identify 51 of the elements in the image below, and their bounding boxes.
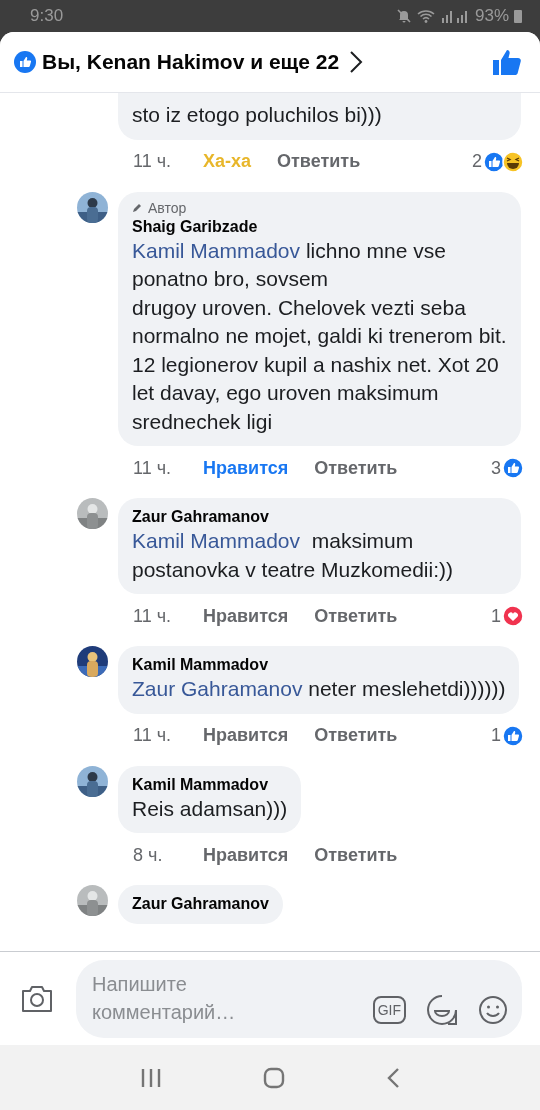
battery-level: 93% bbox=[474, 6, 509, 26]
like-icon bbox=[14, 51, 36, 73]
comment-text: Kamil Mammadov lichno mne vse ponatno bro, sovsem drugoy uroven. Chelovek vezti seba normalno ne mojet, galdi ki trenerom bit. 12 legionerov kupil a nashix net. Xot 20 let davay, ego uroven maksimum srednechek ligi bbox=[132, 237, 507, 435]
comment-time: 11 ч. bbox=[133, 151, 173, 172]
comment-author[interactable]: Zaur Gahramanov bbox=[132, 508, 507, 526]
author-label: Автор bbox=[148, 199, 187, 216]
mention-link[interactable]: Kamil Mammadov bbox=[132, 529, 301, 552]
signal-icon bbox=[439, 9, 470, 23]
emoji-icon[interactable] bbox=[478, 994, 508, 1025]
comment-text: sto iz etogo poluchilos bi))) bbox=[132, 102, 383, 128]
reply-button[interactable]: Ответить bbox=[314, 844, 398, 866]
recent-apps-icon[interactable] bbox=[140, 1066, 163, 1089]
reaction-count: 1 bbox=[491, 605, 501, 627]
camera-icon[interactable] bbox=[20, 983, 54, 1014]
reply-button[interactable]: Ответить bbox=[314, 725, 398, 746]
mention-link[interactable]: Zaur Gahramanov bbox=[132, 677, 303, 700]
comment-time: 11 ч. bbox=[133, 725, 173, 746]
comment-field[interactable]: Напишите комментарий… GIF bbox=[76, 959, 522, 1038]
reaction-count: 2 bbox=[472, 151, 482, 172]
comment-author[interactable]: Kamil Mammadov bbox=[132, 775, 288, 794]
react-button[interactable]: Нравится bbox=[203, 605, 289, 627]
reactions-title[interactable]: Вы, Kenan Hakimov и еще 22 bbox=[42, 50, 340, 74]
battery-icon bbox=[514, 9, 522, 23]
react-button[interactable]: Нравится bbox=[203, 457, 289, 479]
comment-author[interactable]: Zaur Gahramanov bbox=[132, 895, 269, 913]
chevron-right-icon[interactable] bbox=[349, 50, 364, 74]
reply-button[interactable]: Ответить bbox=[314, 605, 398, 627]
reply-button[interactable]: Ответить bbox=[314, 457, 398, 479]
wifi-icon bbox=[416, 8, 435, 24]
gif-button[interactable]: GIF bbox=[372, 995, 406, 1024]
like-button[interactable] bbox=[492, 48, 522, 76]
comment-author[interactable]: Kamil Mammadov bbox=[132, 656, 506, 674]
comment-time: 11 ч. bbox=[133, 605, 173, 627]
pencil-icon bbox=[132, 202, 143, 213]
comment-time: 11 ч. bbox=[133, 457, 173, 479]
react-button[interactable]: Нравится bbox=[203, 844, 289, 866]
mention-link[interactable]: Kamil Mammadov bbox=[132, 238, 301, 262]
comment-text: Zaur Gahramanov neter meslehetdi)))))) bbox=[132, 676, 506, 702]
sticker-icon[interactable] bbox=[426, 993, 458, 1026]
status-time: 9:30 bbox=[30, 6, 64, 26]
comment-author[interactable]: Shaig Garibzade bbox=[132, 217, 507, 236]
comment-time: 8 ч. bbox=[133, 844, 164, 866]
reaction-count: 3 bbox=[491, 457, 501, 479]
reaction-count: 1 bbox=[491, 725, 501, 746]
comment-text: Kamil Mammadov maksimum postanovka v teatre Muzkomedii:)) bbox=[132, 528, 454, 583]
back-icon[interactable] bbox=[385, 1066, 400, 1089]
comment-text: Reis adamsan))) bbox=[132, 795, 288, 822]
home-icon[interactable] bbox=[263, 1066, 285, 1089]
reply-button[interactable]: Ответить bbox=[277, 151, 361, 172]
mute-icon bbox=[395, 8, 412, 24]
react-button[interactable]: Нравится bbox=[203, 725, 289, 746]
